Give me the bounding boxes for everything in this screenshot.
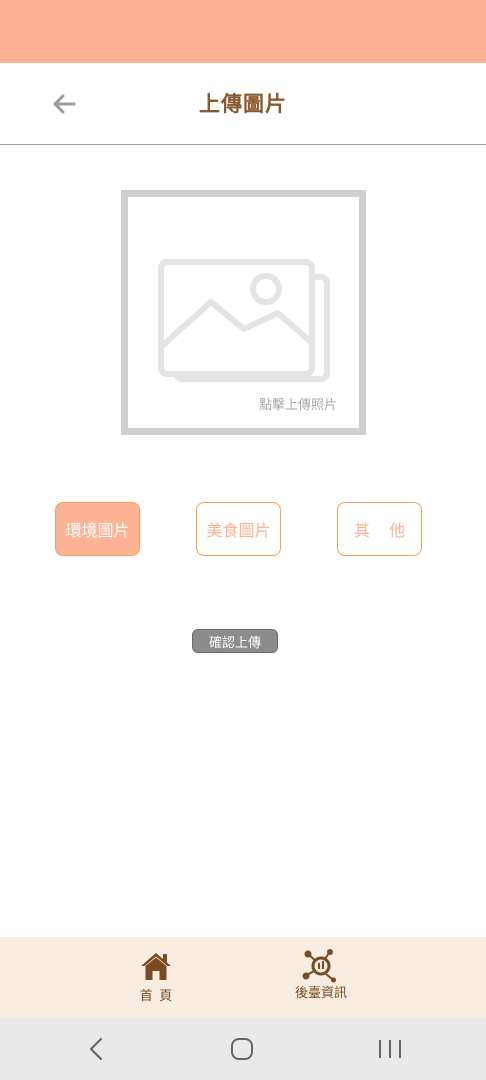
confirm-upload-button[interactable]: 確認上傳 — [192, 629, 278, 653]
network-search-icon — [302, 949, 336, 983]
image-upload-area[interactable]: 點擊上傳照片 — [121, 190, 366, 435]
nav-label-backend-info: 後臺資訊 — [294, 986, 347, 1001]
bottom-nav: 首頁 後臺資訊 — [0, 937, 486, 1018]
category-other-button[interactable]: 其他 — [337, 502, 422, 556]
system-nav-bar — [0, 1018, 486, 1080]
category-environment-label: 環境圖片 — [65, 521, 130, 540]
category-food-button[interactable]: 美食圖片 — [196, 502, 281, 556]
category-environment-button[interactable]: 環境圖片 — [55, 502, 140, 556]
system-home-button[interactable] — [222, 1032, 262, 1066]
system-recent-apps-button[interactable] — [370, 1032, 410, 1066]
category-other-label: 其他 — [353, 521, 425, 540]
category-food-label: 美食圖片 — [206, 521, 271, 540]
app-header: 上傳圖片 — [0, 63, 486, 145]
home-outline-icon — [231, 1038, 253, 1060]
page-title: 上傳圖片 — [199, 92, 287, 116]
home-icon — [141, 953, 171, 980]
nav-label-home: 首頁 — [139, 989, 179, 1004]
confirm-upload-label: 確認上傳 — [208, 635, 261, 651]
recent-apps-icon — [379, 1040, 401, 1058]
nav-item-backend-info[interactable]: 後臺資訊 — [276, 937, 366, 1018]
nav-item-home[interactable]: 首頁 — [121, 937, 191, 1018]
system-back-button[interactable] — [76, 1032, 116, 1066]
upload-hint: 點擊上傳照片 — [258, 398, 337, 413]
status-bar — [0, 0, 486, 63]
image-placeholder-icon — [158, 259, 330, 382]
back-chevron-icon — [89, 1037, 103, 1061]
